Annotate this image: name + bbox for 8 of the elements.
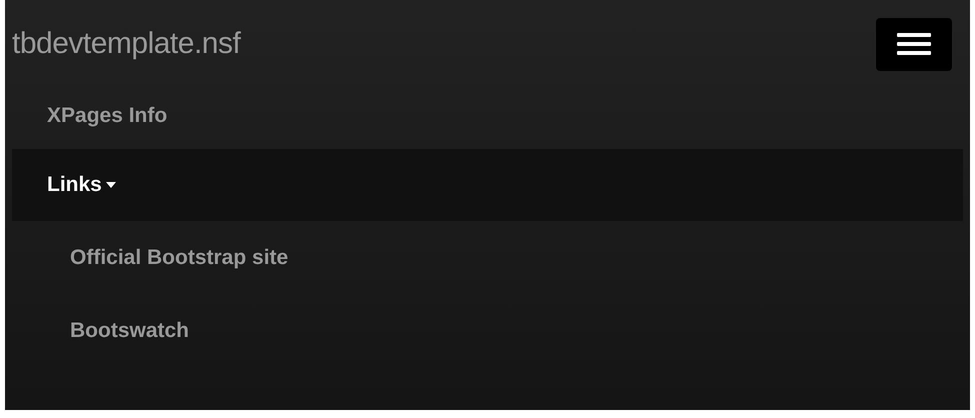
nav-dropdown[interactable]: Links bbox=[12, 149, 963, 221]
menu-toggle-button[interactable] bbox=[875, 16, 953, 72]
nav-link[interactable]: XPages Info bbox=[12, 83, 963, 149]
dropdown-item[interactable]: Bootswatch bbox=[5, 294, 970, 367]
menu-icon bbox=[897, 33, 931, 55]
brand-link[interactable]: tbdevtemplate.nsf bbox=[12, 27, 240, 61]
dropdown-item[interactable]: Official Bootstrap site bbox=[5, 221, 970, 294]
caret-icon bbox=[106, 182, 116, 188]
